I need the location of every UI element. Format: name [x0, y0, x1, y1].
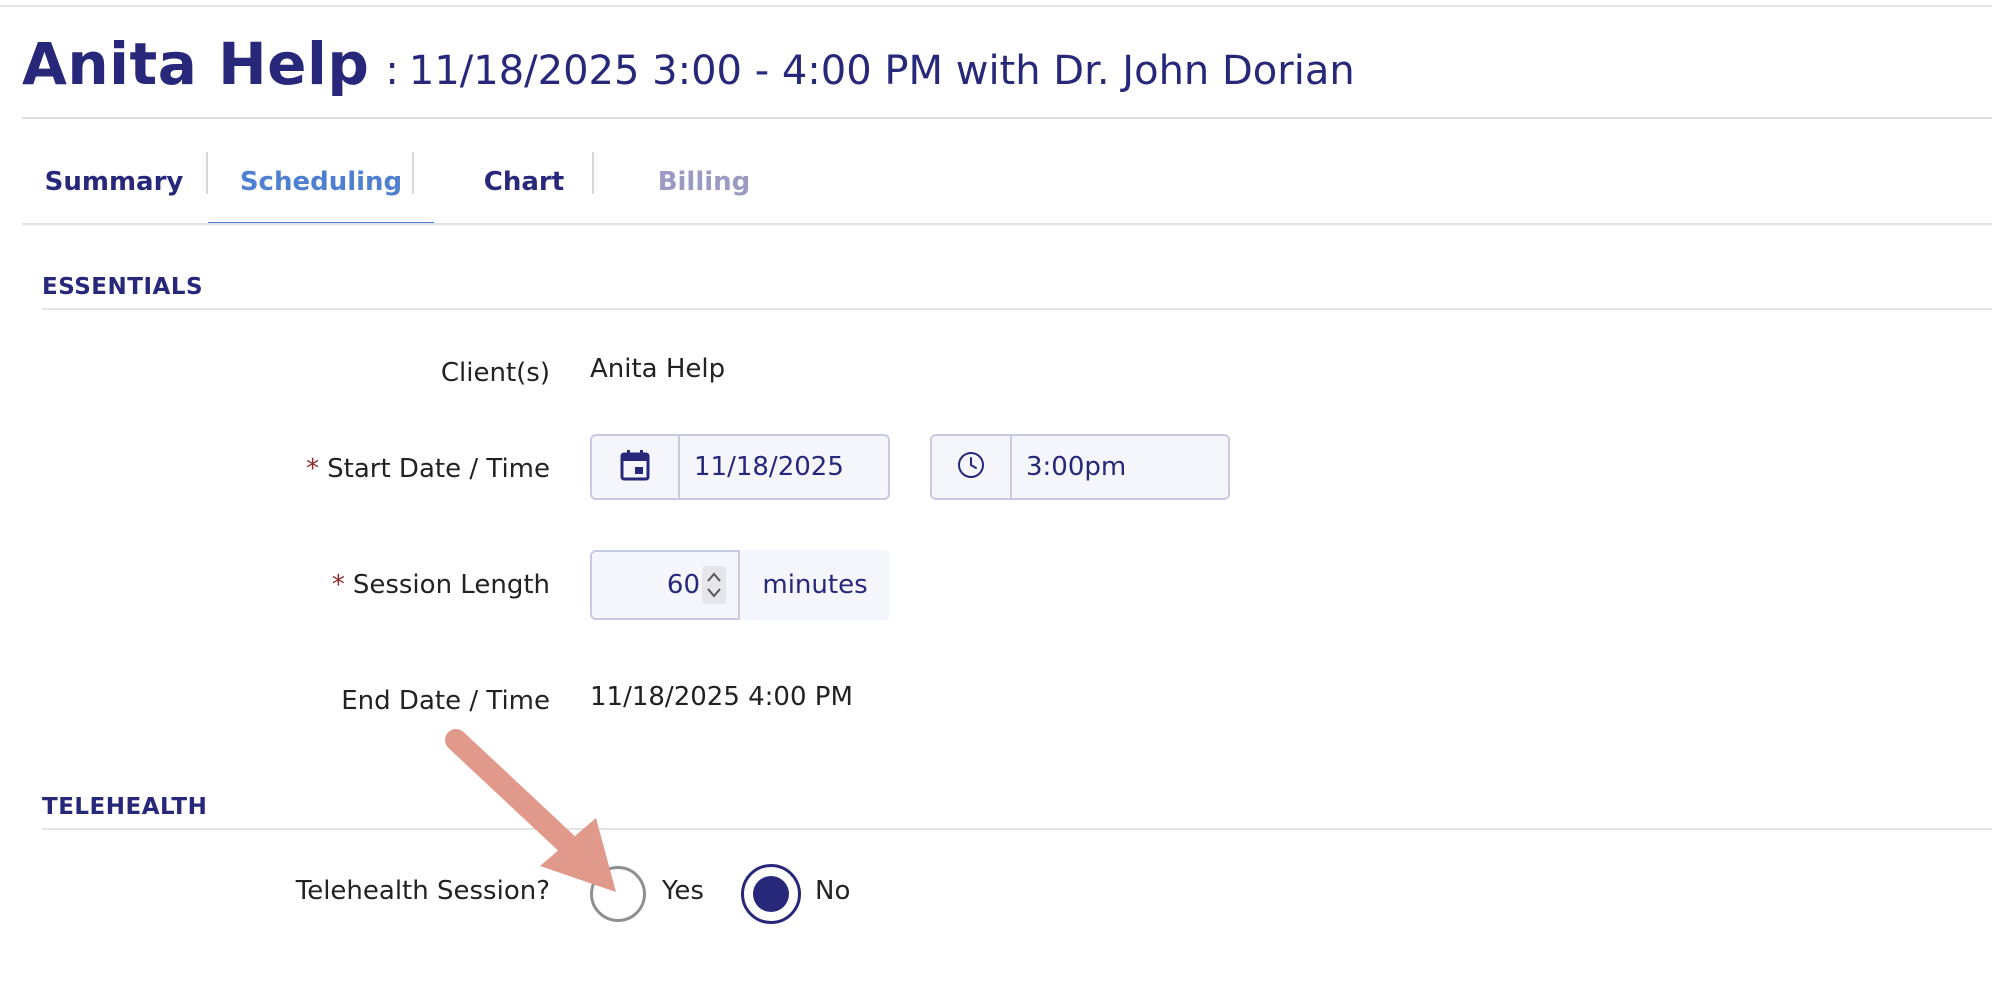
- section-divider: [42, 308, 1992, 310]
- time-picker-button[interactable]: [932, 436, 1012, 498]
- clients-label: Client(s): [440, 358, 550, 388]
- radio-selected-dot: [753, 876, 789, 912]
- start-time-field[interactable]: 3:00pm: [930, 434, 1230, 500]
- tab-bar: Summary Scheduling Chart Billing: [22, 140, 1992, 226]
- section-title-essentials: ESSENTIALS: [42, 274, 204, 300]
- end-datetime-value: 11/18/2025 4:00 PM: [590, 682, 853, 712]
- session-length-label-text: Session Length: [352, 570, 550, 600]
- section-divider: [42, 828, 1992, 830]
- clients-value: Anita Help: [590, 354, 726, 384]
- tab-bar-shadow: [22, 223, 1992, 226]
- session-length-value[interactable]: 60: [667, 570, 700, 600]
- tab-divider: [592, 152, 594, 194]
- session-length-label: * Session Length: [0, 570, 550, 600]
- telehealth-yes-radio[interactable]: [590, 866, 646, 922]
- top-divider: [0, 5, 1992, 7]
- clock-icon: [956, 450, 986, 484]
- start-time-input[interactable]: 3:00pm: [1012, 436, 1126, 498]
- telehealth-yes-label[interactable]: Yes: [662, 876, 704, 906]
- required-marker: *: [331, 570, 345, 600]
- start-date-input[interactable]: 11/18/2025: [680, 436, 844, 498]
- telehealth-no-label[interactable]: No: [815, 876, 850, 906]
- calendar-icon: [620, 449, 650, 485]
- telehealth-no-radio[interactable]: [741, 864, 801, 924]
- page-header: Anita Help : 11/18/2025 3:00 - 4:00 PM w…: [22, 30, 1355, 98]
- chevron-up-down-icon[interactable]: [702, 566, 726, 604]
- header-divider: [22, 117, 1992, 119]
- start-datetime-label-text: Start Date / Time: [327, 454, 550, 484]
- header-separator: :: [385, 48, 399, 94]
- tab-divider: [412, 152, 414, 194]
- start-datetime-label: * Start Date / Time: [0, 454, 550, 484]
- appointment-info: 11/18/2025 3:00 - 4:00 PM with Dr. John …: [408, 48, 1355, 94]
- session-length-units: minutes: [740, 550, 890, 620]
- tab-scheduling[interactable]: Scheduling: [208, 140, 434, 226]
- telehealth-question-label: Telehealth Session?: [295, 876, 550, 906]
- start-date-field[interactable]: 11/18/2025: [590, 434, 890, 500]
- section-title-telehealth: TELEHEALTH: [42, 794, 208, 820]
- tab-billing[interactable]: Billing: [614, 140, 794, 224]
- tab-summary[interactable]: Summary: [22, 140, 206, 224]
- session-length-input[interactable]: 60: [590, 550, 740, 620]
- end-datetime-label: End Date / Time: [341, 686, 550, 716]
- date-picker-button[interactable]: [592, 436, 680, 498]
- required-marker: *: [306, 454, 320, 484]
- patient-name: Anita Help: [22, 30, 370, 98]
- tab-chart[interactable]: Chart: [436, 140, 612, 224]
